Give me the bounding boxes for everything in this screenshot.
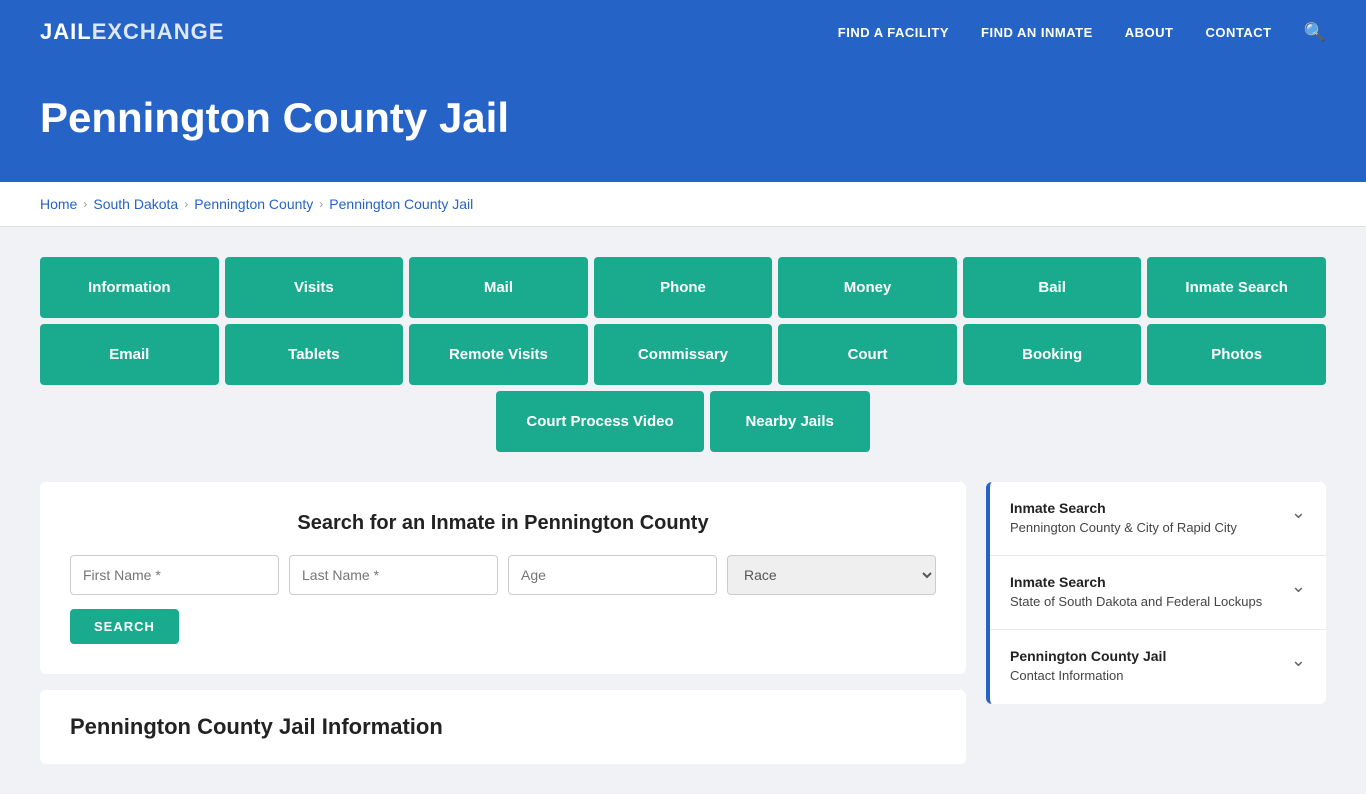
breadcrumb-sep-1: › — [83, 197, 87, 211]
button-grid-row2: Email Tablets Remote Visits Commissary C… — [40, 324, 1326, 385]
btn-remote-visits[interactable]: Remote Visits — [409, 324, 588, 385]
sidebar-item-subtitle-2: State of South Dakota and Federal Lockup… — [1010, 593, 1281, 611]
hero-section: Pennington County Jail — [0, 64, 1366, 182]
sidebar-item-contact-info[interactable]: Pennington County Jail Contact Informati… — [990, 630, 1326, 703]
nav-about[interactable]: ABOUT — [1125, 25, 1174, 40]
race-select[interactable]: Race White Black Hispanic Asian Other — [727, 555, 936, 595]
sidebar-item-inmate-search-1[interactable]: Inmate Search Pennington County & City o… — [990, 482, 1326, 556]
nav-find-inmate[interactable]: FIND AN INMATE — [981, 25, 1093, 40]
btn-information[interactable]: Information — [40, 257, 219, 318]
nav-contact[interactable]: CONTACT — [1205, 25, 1271, 40]
last-name-input[interactable] — [289, 555, 498, 595]
sidebar-chevron-1: ⌄ — [1291, 502, 1306, 523]
btn-court[interactable]: Court — [778, 324, 957, 385]
main-nav: FIND A FACILITY FIND AN INMATE ABOUT CON… — [838, 22, 1326, 43]
breadcrumb-county[interactable]: Pennington County — [194, 196, 313, 212]
breadcrumb-sep-3: › — [319, 197, 323, 211]
btn-mail[interactable]: Mail — [409, 257, 588, 318]
bottom-section: Search for an Inmate in Pennington Count… — [40, 482, 1326, 764]
btn-commissary[interactable]: Commissary — [594, 324, 773, 385]
logo-exchange-text: EXCHANGE — [92, 19, 225, 45]
nav-find-facility[interactable]: FIND A FACILITY — [838, 25, 949, 40]
button-grid-row1: Information Visits Mail Phone Money Bail… — [40, 257, 1326, 318]
sidebar-item-text-2: Inmate Search State of South Dakota and … — [1010, 574, 1281, 611]
search-inputs: Race White Black Hispanic Asian Other — [70, 555, 936, 595]
breadcrumb-bar: Home › South Dakota › Pennington County … — [0, 182, 1366, 227]
sidebar-item-subtitle-3: Contact Information — [1010, 667, 1281, 685]
sidebar-chevron-3: ⌄ — [1291, 650, 1306, 671]
btn-bail[interactable]: Bail — [963, 257, 1142, 318]
sidebar-item-text-3: Pennington County Jail Contact Informati… — [1010, 648, 1281, 685]
logo-jail-text: JAIL — [40, 19, 92, 45]
btn-court-process-video[interactable]: Court Process Video — [496, 391, 703, 452]
search-panel: Search for an Inmate in Pennington Count… — [40, 482, 966, 674]
sidebar-card: Inmate Search Pennington County & City o… — [986, 482, 1326, 704]
btn-booking[interactable]: Booking — [963, 324, 1142, 385]
btn-money[interactable]: Money — [778, 257, 957, 318]
first-name-input[interactable] — [70, 555, 279, 595]
btn-tablets[interactable]: Tablets — [225, 324, 404, 385]
sidebar-item-title-3: Pennington County Jail — [1010, 648, 1281, 664]
main-content: Information Visits Mail Phone Money Bail… — [0, 227, 1366, 794]
sidebar-chevron-2: ⌄ — [1291, 576, 1306, 597]
age-input[interactable] — [508, 555, 717, 595]
btn-visits[interactable]: Visits — [225, 257, 404, 318]
breadcrumb-sep-2: › — [184, 197, 188, 211]
search-button[interactable]: SEARCH — [70, 609, 179, 644]
btn-email[interactable]: Email — [40, 324, 219, 385]
site-header: JAIL EXCHANGE FIND A FACILITY FIND AN IN… — [0, 0, 1366, 64]
breadcrumb-state[interactable]: South Dakota — [93, 196, 178, 212]
btn-nearby-jails[interactable]: Nearby Jails — [710, 391, 870, 452]
sidebar-item-title-1: Inmate Search — [1010, 500, 1281, 516]
breadcrumb-home[interactable]: Home — [40, 196, 77, 212]
info-title: Pennington County Jail Information — [70, 714, 936, 740]
btn-photos[interactable]: Photos — [1147, 324, 1326, 385]
left-column: Search for an Inmate in Pennington Count… — [40, 482, 966, 764]
header-search-icon[interactable]: 🔍 — [1304, 22, 1326, 43]
search-title: Search for an Inmate in Pennington Count… — [70, 512, 936, 535]
sidebar-item-title-2: Inmate Search — [1010, 574, 1281, 590]
breadcrumb: Home › South Dakota › Pennington County … — [40, 196, 1326, 212]
button-grid-row3: Court Process Video Nearby Jails — [40, 391, 1326, 452]
breadcrumb-jail[interactable]: Pennington County Jail — [329, 196, 473, 212]
sidebar: Inmate Search Pennington County & City o… — [986, 482, 1326, 704]
site-logo[interactable]: JAIL EXCHANGE — [40, 19, 224, 45]
sidebar-item-subtitle-1: Pennington County & City of Rapid City — [1010, 519, 1281, 537]
sidebar-item-inmate-search-2[interactable]: Inmate Search State of South Dakota and … — [990, 556, 1326, 630]
info-section: Pennington County Jail Information — [40, 690, 966, 764]
btn-phone[interactable]: Phone — [594, 257, 773, 318]
page-title: Pennington County Jail — [40, 94, 1326, 142]
btn-inmate-search[interactable]: Inmate Search — [1147, 257, 1326, 318]
sidebar-item-text-1: Inmate Search Pennington County & City o… — [1010, 500, 1281, 537]
